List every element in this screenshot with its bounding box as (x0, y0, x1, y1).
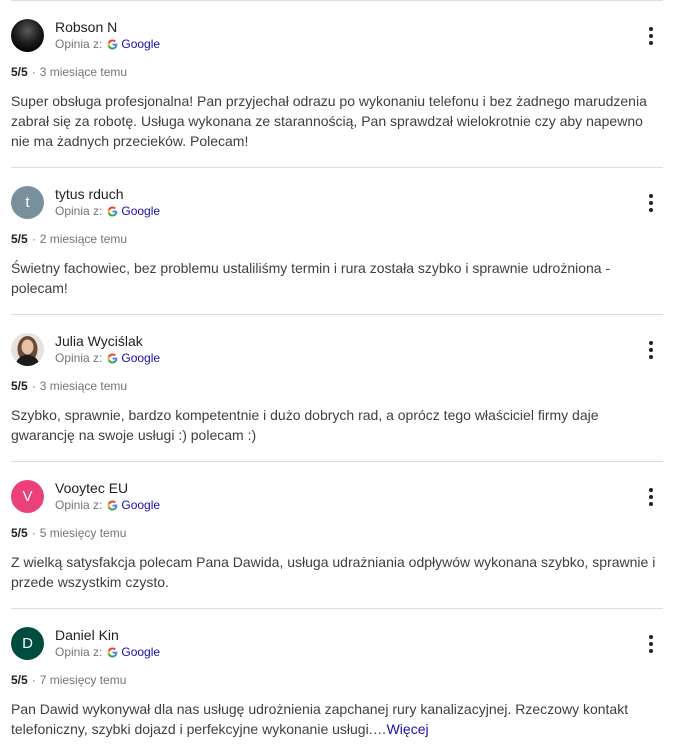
review-text-body: Pan Dawid wykonywał dla nas usługę udroż… (11, 701, 629, 737)
review-date: 7 miesięcy temu (39, 673, 127, 687)
review-item: D Daniel Kin Opinia z: Google 5/5 · 7 mies… (11, 608, 663, 751)
separator: · (31, 232, 36, 246)
google-icon (107, 205, 118, 217)
review-item: Robson N Opinia z: Google 5/5 · 3 miesiące… (11, 0, 663, 167)
more-options-icon[interactable] (647, 341, 655, 359)
avatar[interactable]: D (11, 627, 44, 660)
review-item: t tytus rduch Opinia z: Google 5/5 · 2 mie… (11, 167, 663, 314)
source-prefix: Opinia z: (55, 645, 103, 659)
profile-photo (15, 336, 40, 366)
rating-score: 5/5 (11, 379, 28, 393)
review-text: Świetny fachowiec, bez problemu ustalili… (11, 260, 611, 296)
review-source: Opinia z: Google (55, 204, 160, 218)
source-name[interactable]: Google (121, 645, 160, 659)
reviewer-name[interactable]: tytus rduch (55, 186, 123, 202)
avatar[interactable] (11, 19, 44, 52)
rating-line: 5/5 · 5 miesięcy temu (11, 526, 126, 540)
review-text: Z wielką satysfakcja polecam Pana Dawida… (11, 554, 656, 590)
rating-line: 5/5 · 2 miesiące temu (11, 232, 127, 246)
separator: · (31, 673, 36, 687)
review-text: Pan Dawid wykonywał dla nas usługę udroż… (11, 699, 661, 739)
reviewer-name[interactable]: Daniel Kin (55, 627, 119, 643)
google-icon (107, 499, 118, 511)
source-prefix: Opinia z: (55, 204, 103, 218)
review-date: 5 miesięcy temu (39, 526, 127, 540)
separator: · (31, 379, 36, 393)
review-item: Julia Wyciślak Opinia z: Google 5/5 · 3 mi… (11, 314, 663, 461)
source-name[interactable]: Google (121, 204, 160, 218)
more-link[interactable]: Więcej (387, 721, 429, 737)
reviews-list: Robson N Opinia z: Google 5/5 · 3 miesiące… (0, 0, 691, 751)
more-options-icon[interactable] (647, 488, 655, 506)
rating-score: 5/5 (11, 673, 28, 687)
review-source: Opinia z: Google (55, 351, 160, 365)
google-icon (107, 38, 118, 50)
review-item: V Vooytec EU Opinia z: Google 5/5 · 5 mies… (11, 461, 663, 608)
review-date: 3 miesiące temu (39, 379, 128, 393)
source-name[interactable]: Google (121, 37, 160, 51)
reviewer-name[interactable]: Robson N (55, 19, 117, 35)
more-options-icon[interactable] (647, 635, 655, 653)
rating-score: 5/5 (11, 65, 28, 79)
reviewer-name[interactable]: Vooytec EU (55, 480, 128, 496)
source-name[interactable]: Google (121, 498, 160, 512)
review-text: Super obsługa profesjonalna! Pan przyjec… (11, 93, 647, 149)
review-date: 2 miesiące temu (39, 232, 128, 246)
separator: · (31, 526, 36, 540)
review-date: 3 miesiące temu (39, 65, 128, 79)
google-icon (107, 646, 118, 658)
source-prefix: Opinia z: (55, 37, 103, 51)
source-name[interactable]: Google (121, 351, 160, 365)
review-source: Opinia z: Google (55, 498, 160, 512)
rating-line: 5/5 · 3 miesiące temu (11, 65, 127, 79)
source-prefix: Opinia z: (55, 351, 103, 365)
google-icon (107, 352, 118, 364)
rating-score: 5/5 (11, 232, 28, 246)
rating-line: 5/5 · 7 miesięcy temu (11, 673, 126, 687)
source-prefix: Opinia z: (55, 498, 103, 512)
review-source: Opinia z: Google (55, 645, 160, 659)
avatar[interactable]: t (11, 186, 44, 219)
more-options-icon[interactable] (647, 194, 655, 212)
rating-score: 5/5 (11, 526, 28, 540)
separator: · (31, 65, 36, 79)
more-options-icon[interactable] (647, 27, 655, 45)
review-source: Opinia z: Google (55, 37, 160, 51)
avatar[interactable] (11, 333, 44, 366)
avatar[interactable]: V (11, 480, 44, 513)
reviewer-name[interactable]: Julia Wyciślak (55, 333, 143, 349)
rating-line: 5/5 · 3 miesiące temu (11, 379, 127, 393)
review-text: Szybko, sprawnie, bardzo kompetentnie i … (11, 407, 599, 443)
